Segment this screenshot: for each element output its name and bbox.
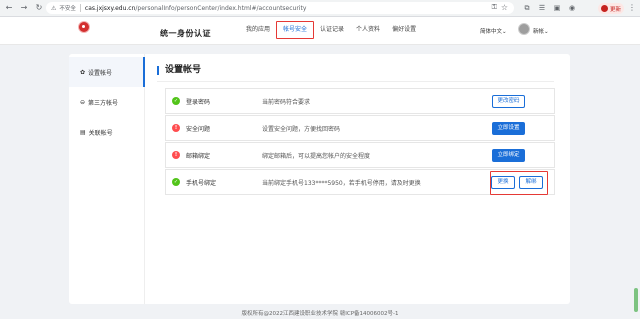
extensions-icon[interactable]: ⧉	[522, 3, 532, 13]
setting-description: 绑定邮箱后，可以提高您帐户的安全程度	[262, 153, 371, 160]
reading-list-icon[interactable]: ☰	[537, 3, 547, 13]
nav-preferences[interactable]: 偏好设置	[386, 21, 422, 39]
section-title: 设置帐号	[157, 66, 201, 75]
bookmark-star-icon[interactable]: ☆	[501, 3, 508, 12]
top-navigation: 我的应用 帐号安全 认证记录 个人资料 偏好设置	[240, 21, 422, 39]
url-text[interactable]: cas.jxjsxy.edu.cn/personalInfo/personCen…	[85, 5, 306, 12]
profile-avatar-icon	[601, 5, 608, 12]
user-name: 新帐	[533, 29, 545, 35]
school-logo[interactable]	[78, 21, 90, 33]
bind-now-button[interactable]: 立即绑定	[492, 149, 525, 162]
sidebar-item-third-party[interactable]: ⊖ 第三方帐号	[69, 87, 145, 117]
back-arrow-icon[interactable]: ←	[3, 2, 15, 14]
warning-icon: ⚠	[51, 4, 57, 12]
language-selector[interactable]: 简体中文⌄	[480, 27, 507, 35]
address-divider	[79, 4, 81, 12]
nav-personal-info[interactable]: 个人资料	[350, 21, 386, 39]
forward-arrow-icon[interactable]: →	[18, 2, 30, 14]
url-host: cas.jxjsxy.edu.cn	[84, 4, 136, 12]
nav-my-apps[interactable]: 我的应用	[240, 21, 276, 39]
browser-toolbar: ← → ↻ ⚠ 不安全 cas.jxjsxy.edu.cn/personalIn…	[0, 0, 640, 17]
link-icon: ⊖	[80, 98, 86, 106]
update-label: 更新	[610, 6, 622, 13]
sidebar: ✿ 设置帐号 ⊖ 第三方帐号 ▤ 关联帐号	[69, 54, 145, 304]
sidebar-item-label: 第三方帐号	[88, 99, 119, 107]
update-button[interactable]: 更新	[598, 3, 624, 14]
setting-row-security-question: ! 安全问题 设置安全问题，方便找回密码 立即设置	[165, 115, 555, 141]
check-icon: ✓	[172, 178, 180, 186]
more-menu-icon[interactable]: ⋮	[628, 3, 636, 12]
address-bar[interactable]: ⚠ 不安全 cas.jxjsxy.edu.cn/personalInfo/per…	[46, 2, 514, 14]
security-label: 不安全	[59, 6, 76, 12]
nav-auth-records[interactable]: 认证记录	[314, 21, 350, 39]
setting-row-password: ✓ 登录密码 当前密码符合要求 更改密码	[165, 88, 555, 114]
change-password-button[interactable]: 更改密码	[492, 95, 525, 108]
scroll-indicator[interactable]	[634, 288, 638, 312]
key-icon[interactable]: ⚿	[492, 3, 497, 12]
setting-description: 当前绑定手机号133****5950，若手机号停用，请及时更换	[262, 180, 421, 187]
chevron-down-icon: ⌄	[544, 29, 549, 35]
sidebar-item-label: 设置帐号	[88, 69, 113, 77]
check-icon: ✓	[172, 97, 180, 105]
chevron-down-icon: ⌄	[502, 29, 507, 35]
sidebar-item-account-settings[interactable]: ✿ 设置帐号	[69, 57, 145, 87]
setting-name: 安全问题	[186, 126, 211, 133]
annotation-highlight	[490, 171, 548, 195]
footer-copyright: 版权所有@2022江西建设职业技术学院 赣ICP备14006002号-1	[241, 311, 399, 317]
setting-row-email: ! 邮箱绑定 绑定邮箱后，可以提高您帐户的安全程度 立即绑定	[165, 142, 555, 168]
nav-account-security[interactable]: 帐号安全	[276, 21, 315, 39]
alert-icon: !	[172, 124, 180, 132]
sidebar-item-label: 关联帐号	[88, 129, 113, 137]
avatar[interactable]	[518, 23, 530, 35]
sidepanel-icon[interactable]: ▣	[552, 3, 562, 13]
card-icon: ▤	[80, 128, 86, 136]
url-path: /personalInfo/personCenter/index.html#/a…	[135, 4, 307, 12]
language-label: 简体中文	[480, 29, 503, 35]
setting-description: 当前密码符合要求	[262, 99, 311, 106]
sidebar-item-linked-accounts[interactable]: ▤ 关联帐号	[69, 117, 145, 147]
divider	[157, 81, 554, 82]
gear-icon: ✿	[80, 68, 86, 76]
user-menu[interactable]: 新帐⌄	[533, 27, 549, 35]
alert-icon: !	[172, 151, 180, 159]
app-header: 统一身份认证 我的应用 帐号安全 认证记录 个人资料 偏好设置 简体中文⌄ 新帐…	[0, 17, 640, 45]
setting-name: 邮箱绑定	[186, 153, 211, 160]
profile-icon[interactable]: ◉	[567, 3, 577, 13]
reload-icon[interactable]: ↻	[33, 2, 45, 14]
setting-name: 手机号绑定	[186, 180, 217, 187]
app-title: 统一身份认证	[160, 29, 211, 38]
set-now-button[interactable]: 立即设置	[492, 122, 525, 135]
setting-name: 登录密码	[186, 99, 211, 106]
setting-description: 设置安全问题，方便找回密码	[262, 126, 341, 133]
